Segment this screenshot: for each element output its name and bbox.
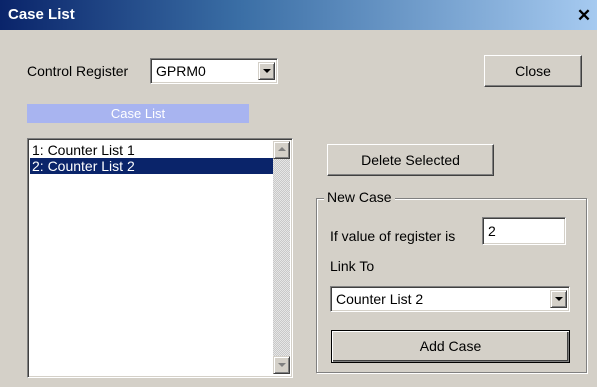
add-case-button[interactable]: Add Case [331,330,570,363]
chevron-down-icon [555,297,563,301]
control-register-dropdown-button[interactable] [258,62,275,80]
control-register-combobox[interactable]: GPRM0 [150,58,278,84]
link-to-dropdown-button[interactable] [550,290,567,308]
register-value-label: If value of register is [330,228,456,244]
close-icon[interactable]: ✕ [574,7,594,24]
close-button[interactable]: Close [484,55,582,87]
link-to-value: Counter List 2 [336,291,424,307]
control-register-value: GPRM0 [156,63,206,79]
list-item-selected[interactable]: 2: Counter List 2 [30,158,275,174]
vertical-scrollbar[interactable] [273,141,290,374]
scroll-up-button[interactable] [273,141,290,159]
window-title: Case List [8,6,75,23]
link-to-combobox[interactable]: Counter List 2 [330,286,570,312]
case-listbox[interactable]: 1: Counter List 1 2: Counter List 2 [27,138,293,378]
scroll-down-button[interactable] [273,356,290,374]
register-value-input[interactable]: 2 [482,217,566,245]
new-case-group-label: New Case [324,189,395,205]
chevron-down-icon [263,69,271,73]
control-register-label: Control Register [27,63,129,79]
case-list-dialog: Case List ✕ Control Register GPRM0 Close… [0,0,597,387]
title-bar[interactable]: Case List ✕ [0,0,597,30]
list-item[interactable]: 1: Counter List 1 [30,142,275,158]
link-to-label: Link To [330,258,375,274]
arrow-up-icon [278,147,286,151]
case-list-header: Case List [27,104,249,123]
delete-selected-button[interactable]: Delete Selected [327,144,494,176]
arrow-down-icon [278,363,286,367]
register-value-text: 2 [488,223,496,239]
